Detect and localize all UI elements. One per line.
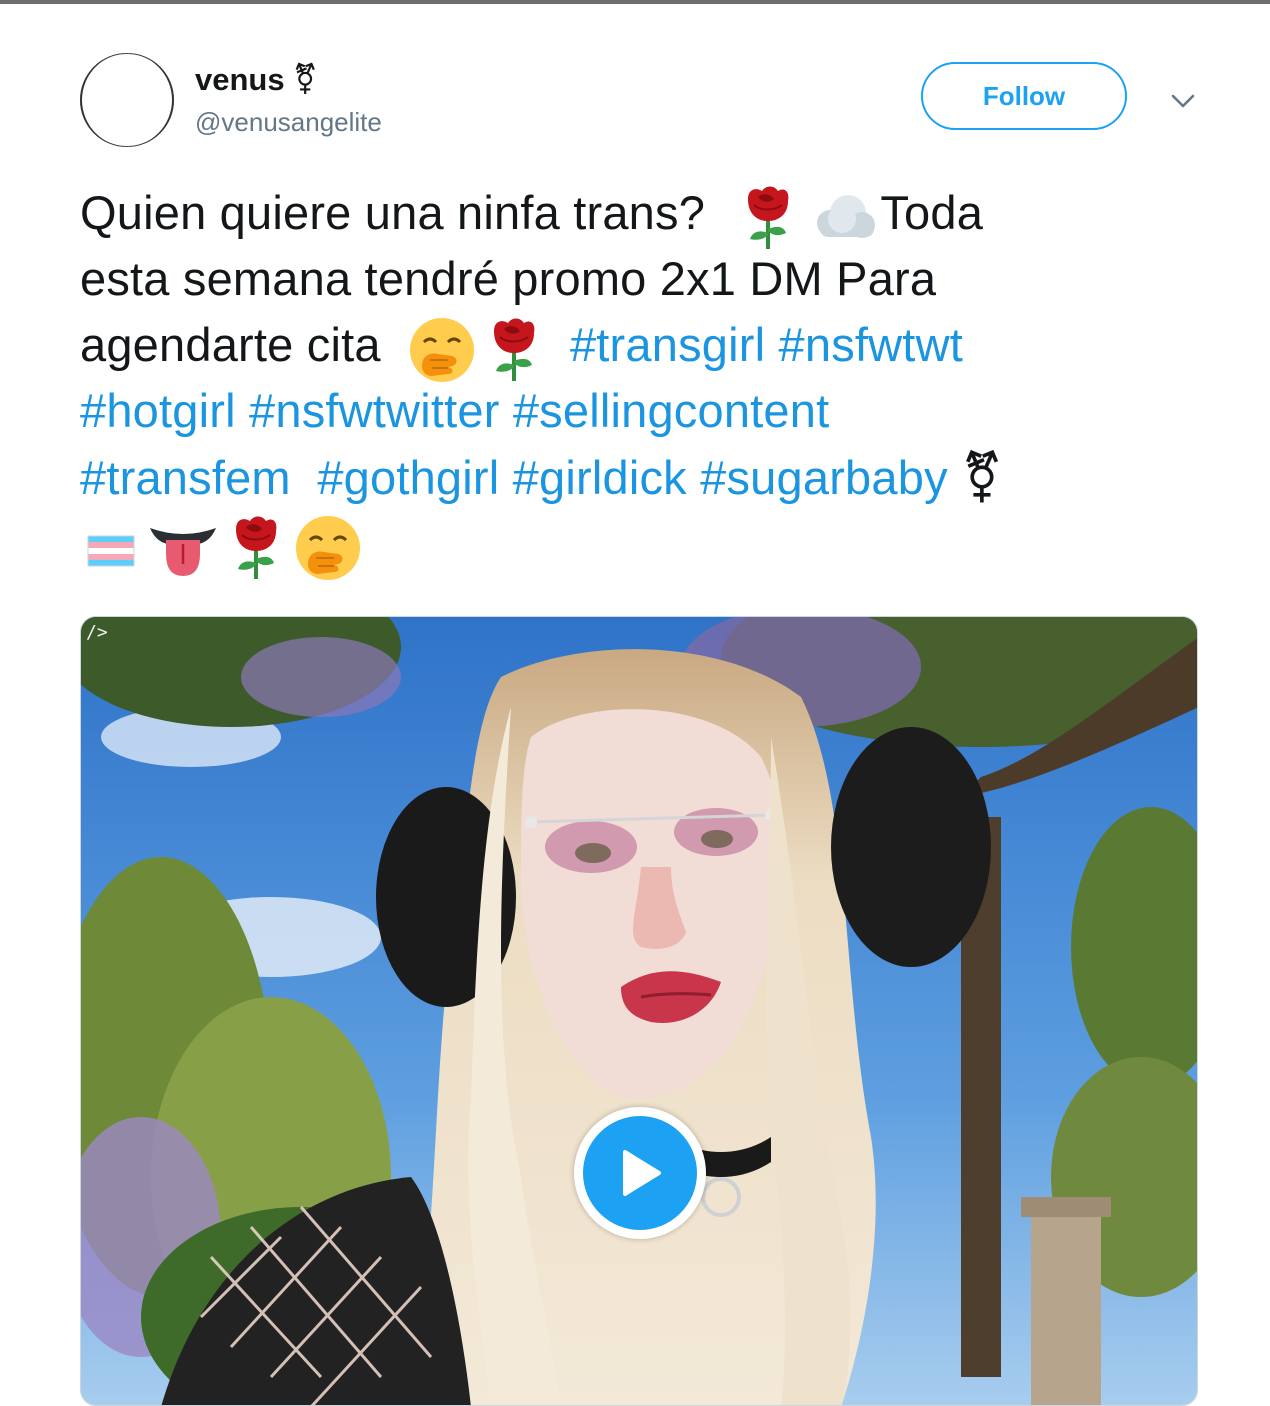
tweet-text-segment: agendarte cita	[80, 318, 394, 371]
tweet-line: Quien quiere una ninfa trans? Toda	[80, 180, 1190, 250]
hashtag-link[interactable]: #transfem	[80, 451, 291, 504]
rose-emoji-icon	[740, 182, 796, 252]
hand-over-mouth-emoji-icon	[408, 313, 476, 384]
play-button[interactable]	[574, 1107, 706, 1239]
tweet-line	[80, 510, 1190, 590]
tweet-line: #transfem #gothgirl #girldick #sugarbaby…	[80, 444, 1190, 510]
tweet-line: agendarte cita #transgirl #nsfwtwt	[80, 312, 1190, 382]
rose-emoji-icon	[228, 512, 284, 582]
tongue-emoji-icon	[148, 513, 218, 580]
hashtag-link[interactable]: #girldick	[513, 451, 687, 504]
transgender-symbol-icon: ⚧	[961, 448, 1004, 506]
tweet-text-segment: esta semana tendré promo 2x1 DM Para	[80, 252, 937, 305]
transgender-flag-emoji-icon	[86, 514, 136, 580]
tweet-text-segment: Quien quiere una ninfa trans?	[80, 186, 719, 239]
rose-emoji-icon	[486, 314, 542, 384]
avatar[interactable]	[80, 53, 174, 147]
cloud-emoji-icon	[810, 182, 880, 252]
window-top-border	[0, 0, 1270, 4]
chevron-down-icon[interactable]	[1166, 86, 1200, 116]
hand-over-mouth-emoji-icon	[294, 511, 362, 582]
hashtag-link[interactable]: #nsfwtwt	[779, 318, 963, 371]
tweet-text: Quien quiere una ninfa trans? Toda esta …	[80, 180, 1190, 590]
video-thumbnail[interactable]	[80, 616, 1198, 1406]
hashtag-link[interactable]: #transgirl	[570, 318, 765, 371]
transgender-symbol-icon: ⚧	[292, 63, 318, 96]
hashtag-link[interactable]: #sellingcontent	[513, 384, 830, 437]
play-icon	[583, 1116, 697, 1230]
user-handle[interactable]: @venusangelite	[195, 106, 382, 138]
display-name-text: venus	[195, 62, 285, 97]
hashtag-link[interactable]: #hotgirl	[80, 384, 236, 437]
tweet-text-segment: Toda	[880, 186, 984, 239]
display-name[interactable]: venus ⚧	[195, 60, 318, 100]
tweet-line: #hotgirl #nsfwtwitter #sellingcontent	[80, 378, 1190, 444]
hashtag-link[interactable]: #nsfwtwitter	[249, 384, 500, 437]
media-corner-text: />	[86, 622, 108, 643]
hashtag-link[interactable]: #sugarbaby	[700, 451, 948, 504]
tweet-line: esta semana tendré promo 2x1 DM Para	[80, 246, 1190, 312]
follow-button[interactable]: Follow	[921, 62, 1127, 130]
hashtag-link[interactable]: #gothgirl	[317, 451, 499, 504]
